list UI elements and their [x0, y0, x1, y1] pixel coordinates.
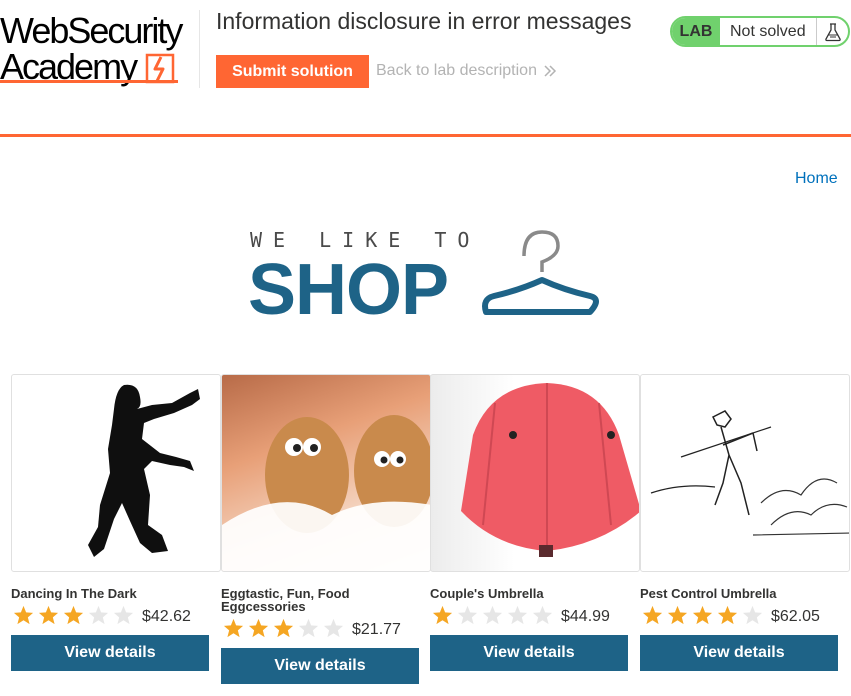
star-empty-icon: [740, 604, 765, 626]
star-rating: [430, 604, 555, 626]
product-rating: $44.99: [430, 604, 640, 626]
double-chevron-right-icon: [544, 65, 557, 77]
product-name: Eggtastic, Fun, Food Eggcessories: [221, 586, 350, 614]
star-empty-icon: [296, 617, 321, 639]
product-image: [430, 374, 640, 572]
star-empty-icon: [530, 604, 555, 626]
star-rating: [640, 604, 765, 626]
product-name: Couple's Umbrella: [430, 586, 544, 601]
product-price: $21.77: [352, 621, 401, 638]
view-details-button[interactable]: View details: [221, 648, 419, 684]
star-rating: [11, 604, 136, 626]
star-empty-icon: [86, 604, 111, 626]
star-filled-icon: [11, 604, 36, 626]
star-empty-icon: [321, 617, 346, 639]
product-name: Pest Control Umbrella: [640, 586, 777, 601]
star-empty-icon: [111, 604, 136, 626]
product-card: Couple's Umbrella $44.99 View details: [430, 374, 640, 671]
star-filled-icon: [271, 617, 296, 639]
product-card: Eggtastic, Fun, Food Eggcessories $21.77…: [221, 374, 431, 684]
product-image: [11, 374, 221, 572]
home-link[interactable]: Home: [795, 170, 838, 188]
star-empty-icon: [455, 604, 480, 626]
product-card: Pest Control Umbrella $62.05 View detail…: [640, 374, 850, 671]
star-rating: [221, 617, 346, 639]
star-filled-icon: [640, 604, 665, 626]
product-image: [640, 374, 850, 572]
product-card: Dancing In The Dark $42.62 View details: [11, 374, 221, 671]
lab-badge: LAB: [672, 18, 720, 45]
lab-header: WebSecurity Academy Information disclosu…: [0, 0, 851, 137]
banner-tagline: WE LIKE TO: [250, 228, 481, 252]
product-price: $62.05: [771, 608, 820, 625]
star-filled-icon: [221, 617, 246, 639]
product-rating: $21.77: [221, 617, 431, 639]
back-to-lab-link[interactable]: Back to lab description: [376, 62, 557, 80]
product-price: $44.99: [561, 608, 610, 625]
lab-title: Information disclosure in error messages: [216, 8, 632, 34]
star-empty-icon: [505, 604, 530, 626]
lab-status-widget: LAB Not solved: [670, 16, 850, 47]
banner-title: SHOP: [248, 250, 449, 330]
star-filled-icon: [430, 604, 455, 626]
submit-solution-button[interactable]: Submit solution: [216, 55, 369, 88]
logo-line1: WebSecurity: [0, 10, 183, 51]
product-grid: Dancing In The Dark $42.62 View details …: [11, 374, 851, 696]
product-rating: $42.62: [11, 604, 221, 626]
clothes-hanger-icon: [482, 230, 599, 315]
view-details-button[interactable]: View details: [430, 635, 628, 671]
star-filled-icon: [665, 604, 690, 626]
product-rating: $62.05: [640, 604, 850, 626]
star-filled-icon: [715, 604, 740, 626]
star-filled-icon: [246, 617, 271, 639]
product-image: [221, 374, 431, 572]
back-to-lab-label: Back to lab description: [376, 62, 537, 79]
product-name: Dancing In The Dark: [11, 586, 137, 601]
star-filled-icon: [61, 604, 86, 626]
web-security-academy-logo[interactable]: WebSecurity Academy: [0, 12, 200, 88]
view-details-button[interactable]: View details: [11, 635, 209, 671]
header-divider: [199, 10, 200, 88]
star-filled-icon: [36, 604, 61, 626]
lab-status-text: Not solved: [730, 22, 806, 40]
star-filled-icon: [690, 604, 715, 626]
star-empty-icon: [480, 604, 505, 626]
flask-icon: [816, 18, 848, 45]
lightning-bolt-icon: [145, 53, 175, 84]
shop-banner: WE LIKE TO SHOP: [248, 228, 604, 330]
product-price: $42.62: [142, 608, 191, 625]
view-details-button[interactable]: View details: [640, 635, 838, 671]
